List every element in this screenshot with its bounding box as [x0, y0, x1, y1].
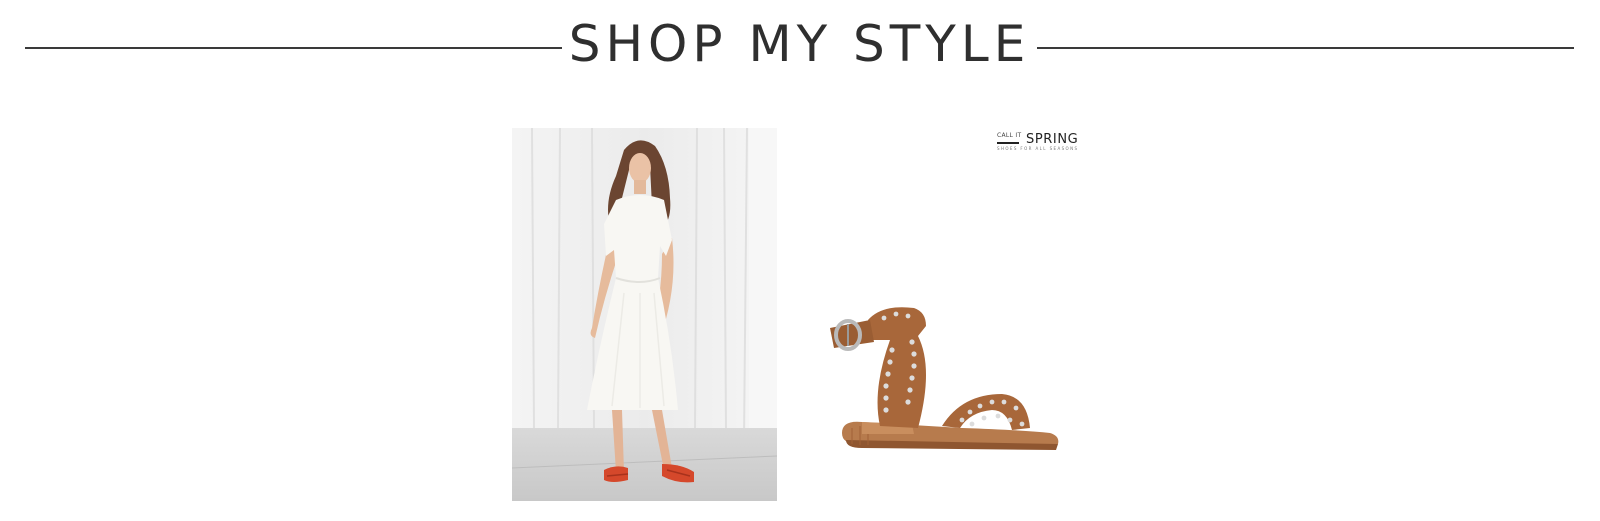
brand-logo: CALL IT SPRING SHOES FOR ALL SEASONS	[997, 132, 1087, 152]
brand-logo-bar	[997, 142, 1019, 144]
dress-product-image	[512, 128, 777, 501]
product-dress-link[interactable]	[512, 128, 777, 501]
product-widget: CALL IT SPRING SHOES FOR ALL SEASONS	[0, 0, 1600, 521]
brand-tagline: SHOES FOR ALL SEASONS	[997, 146, 1079, 151]
sandal-product-image	[830, 307, 1059, 450]
brand-prefix: CALL IT	[997, 132, 1022, 139]
brand-name: SPRING	[1026, 132, 1079, 147]
product-sandal-link[interactable]: CALL IT SPRING SHOES FOR ALL SEASONS	[822, 128, 1087, 501]
